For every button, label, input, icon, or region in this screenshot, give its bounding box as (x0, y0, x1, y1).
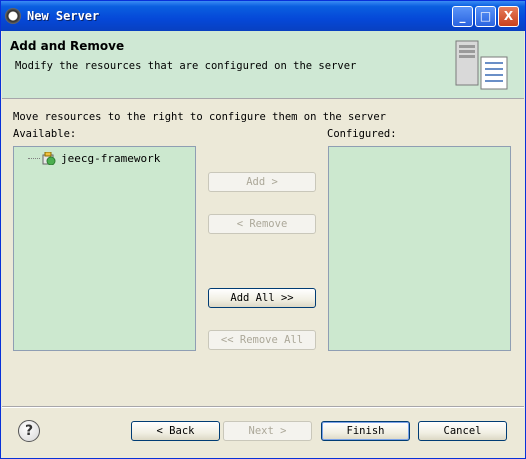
tree-connector (28, 157, 40, 159)
remove-button[interactable]: < Remove (208, 214, 316, 234)
window-title: New Server (27, 9, 100, 23)
project-label: jeecg-framework (61, 151, 161, 165)
maximize-button[interactable]: □ (475, 6, 496, 27)
page-description: Modify the resources that are configured… (15, 60, 357, 72)
title-bar[interactable]: New Server _ □ X (1, 1, 525, 31)
instruction-text: Move resources to the right to configure… (13, 111, 386, 123)
wizard-header: Add and Remove Modify the resources that… (2, 31, 524, 99)
gear-icon (5, 8, 21, 24)
help-icon[interactable]: ? (18, 420, 40, 442)
remove-all-button[interactable]: << Remove All (208, 330, 316, 350)
server-icon (455, 40, 508, 90)
back-button[interactable]: < Back (131, 421, 220, 441)
close-button[interactable]: X (498, 6, 519, 27)
cancel-button[interactable]: Cancel (418, 421, 507, 441)
available-list[interactable]: jeecg-framework (13, 146, 196, 351)
add-all-button[interactable]: Add All >> (208, 288, 316, 308)
new-server-dialog: New Server _ □ X Add and Remove Modify t… (0, 0, 526, 459)
configured-label: Configured: (327, 128, 397, 140)
finish-button[interactable]: Finish (321, 421, 410, 441)
list-item[interactable]: jeecg-framework (28, 151, 160, 165)
add-button[interactable]: Add > (208, 172, 316, 192)
configured-list[interactable] (328, 146, 511, 351)
footer-divider (2, 406, 524, 408)
web-project-icon (42, 151, 56, 165)
minimize-button[interactable]: _ (452, 6, 473, 27)
next-button[interactable]: Next > (223, 421, 312, 441)
available-label: Available: (13, 128, 77, 140)
page-title: Add and Remove (10, 39, 125, 53)
